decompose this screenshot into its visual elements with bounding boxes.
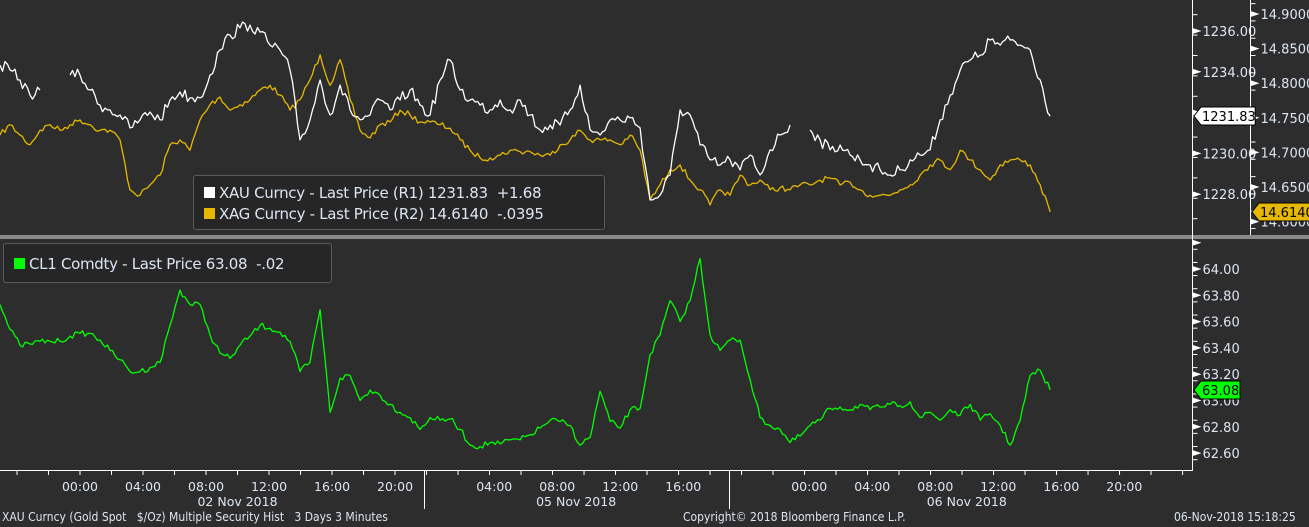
xag-axis-tick-label: 14.9000 <box>1261 8 1309 23</box>
x-tick-label: 08:00 <box>539 479 575 494</box>
cl1-axis-tick <box>1192 423 1202 430</box>
cl1-axis-tick-label: 64.00 <box>1203 263 1240 278</box>
x-tick-label: 16:00 <box>1043 479 1079 494</box>
cl1-axis-tick <box>1192 239 1202 246</box>
xau-axis-tick <box>1192 150 1202 157</box>
cl1-axis-tick-label: 63.40 <box>1203 342 1240 357</box>
xau-swatch-icon <box>204 187 215 198</box>
xag-axis-tick <box>1250 45 1260 52</box>
xag-swatch-icon <box>204 208 215 219</box>
x-day-label: 06 Nov 2018 <box>927 494 1007 509</box>
xau-axis-tick-label: 1228.00 <box>1203 188 1257 203</box>
x-tick-label: 00:00 <box>791 479 827 494</box>
xag-axis-tick-label: 14.8000 <box>1261 77 1309 92</box>
xau-axis-tick-label: 1230.00 <box>1203 147 1257 162</box>
xau-axis-tick-label: 1236.00 <box>1203 25 1257 40</box>
footer-copyright: Copyright© 2018 Bloomberg Finance L.P. <box>683 510 906 524</box>
x-tick-label: 04:00 <box>125 479 161 494</box>
x-tick-label: 04:00 <box>854 479 890 494</box>
cl1-axis-tick <box>1192 450 1202 457</box>
xau-axis-tick <box>1192 68 1202 75</box>
x-tick-label: 08:00 <box>917 479 953 494</box>
cl1-last-price-tag-label: 63.08 <box>1202 384 1239 399</box>
x-tick-label: 12:00 <box>602 479 638 494</box>
legend-item-oil: CL1 Comdty - Last Price 63.08 -.02 <box>14 253 331 274</box>
cl1-axis-tick <box>1192 344 1202 351</box>
legend-label: XAG Curncy - Last Price (R2) 14.6140 -.0… <box>219 204 544 223</box>
x-tick-label: 00:00 <box>62 479 98 494</box>
cl1-axis-tick-label: 63.80 <box>1203 289 1240 304</box>
legend-item-xag: XAG Curncy - Last Price (R2) 14.6140 -.0… <box>204 203 604 224</box>
footer-security-info: XAU Curncy (Gold Spot $/Oz) Multiple Sec… <box>2 510 388 524</box>
x-tick-label: 16:00 <box>314 479 350 494</box>
cl1-axis-tick <box>1192 318 1202 325</box>
x-tick-label: 04:00 <box>476 479 512 494</box>
cl1-axis-tick <box>1192 292 1202 299</box>
xag-axis-tick <box>1250 11 1260 17</box>
xau-series-line <box>0 21 1051 201</box>
cl1-axis-tick <box>1192 371 1202 378</box>
panel-divider <box>0 235 1309 239</box>
legend-label: XAU Curncy - Last Price (R1) 1231.83 +1.… <box>219 183 542 202</box>
x-tick-label: 20:00 <box>1106 479 1142 494</box>
x-tick-label: 08:00 <box>188 479 224 494</box>
legend-label: CL1 Comdty - Last Price 63.08 -.02 <box>29 254 285 273</box>
xau-last-price-tag-label: 1231.83 <box>1202 110 1256 125</box>
xag-axis-tick <box>1250 80 1260 87</box>
x-tick-label: 16:00 <box>665 479 701 494</box>
x-tick-label: 12:00 <box>251 479 287 494</box>
x-day-label: 05 Nov 2018 <box>536 494 616 509</box>
footer-timestamp: 06-Nov-2018 15:18:25 <box>1174 510 1296 524</box>
x-day-label: 02 Nov 2018 <box>197 494 277 509</box>
cl1-axis-tick-label: 62.80 <box>1203 421 1240 436</box>
cl1-axis-tick-label: 62.60 <box>1203 447 1240 462</box>
xag-axis-tick-label: 14.6500 <box>1261 181 1309 196</box>
cl1-axis-tick-label: 63.60 <box>1203 316 1240 331</box>
cl1-series-line <box>0 257 1051 450</box>
xag-axis-tick-label: 14.8500 <box>1261 43 1309 58</box>
legend-oil: CL1 Comdty - Last Price 63.08 -.02 <box>3 243 332 283</box>
xag-last-price-tag-label: 14.6140 <box>1260 206 1309 221</box>
xau-axis-tick <box>1192 191 1202 198</box>
oil-swatch-icon <box>14 258 25 269</box>
xag-axis-tick-label: 14.7000 <box>1261 146 1309 161</box>
legend-top: XAU Curncy - Last Price (R1) 1231.83 +1.… <box>193 175 605 230</box>
legend-item-xau: XAU Curncy - Last Price (R1) 1231.83 +1.… <box>204 182 604 203</box>
x-tick-label: 20:00 <box>377 479 413 494</box>
x-tick-label: 12:00 <box>980 479 1016 494</box>
xag-axis-tick-label: 14.7500 <box>1261 112 1309 127</box>
xau-axis-tick-label: 1234.00 <box>1203 66 1257 81</box>
cl1-axis-tick <box>1192 266 1202 272</box>
xau-axis-tick <box>1192 28 1202 34</box>
